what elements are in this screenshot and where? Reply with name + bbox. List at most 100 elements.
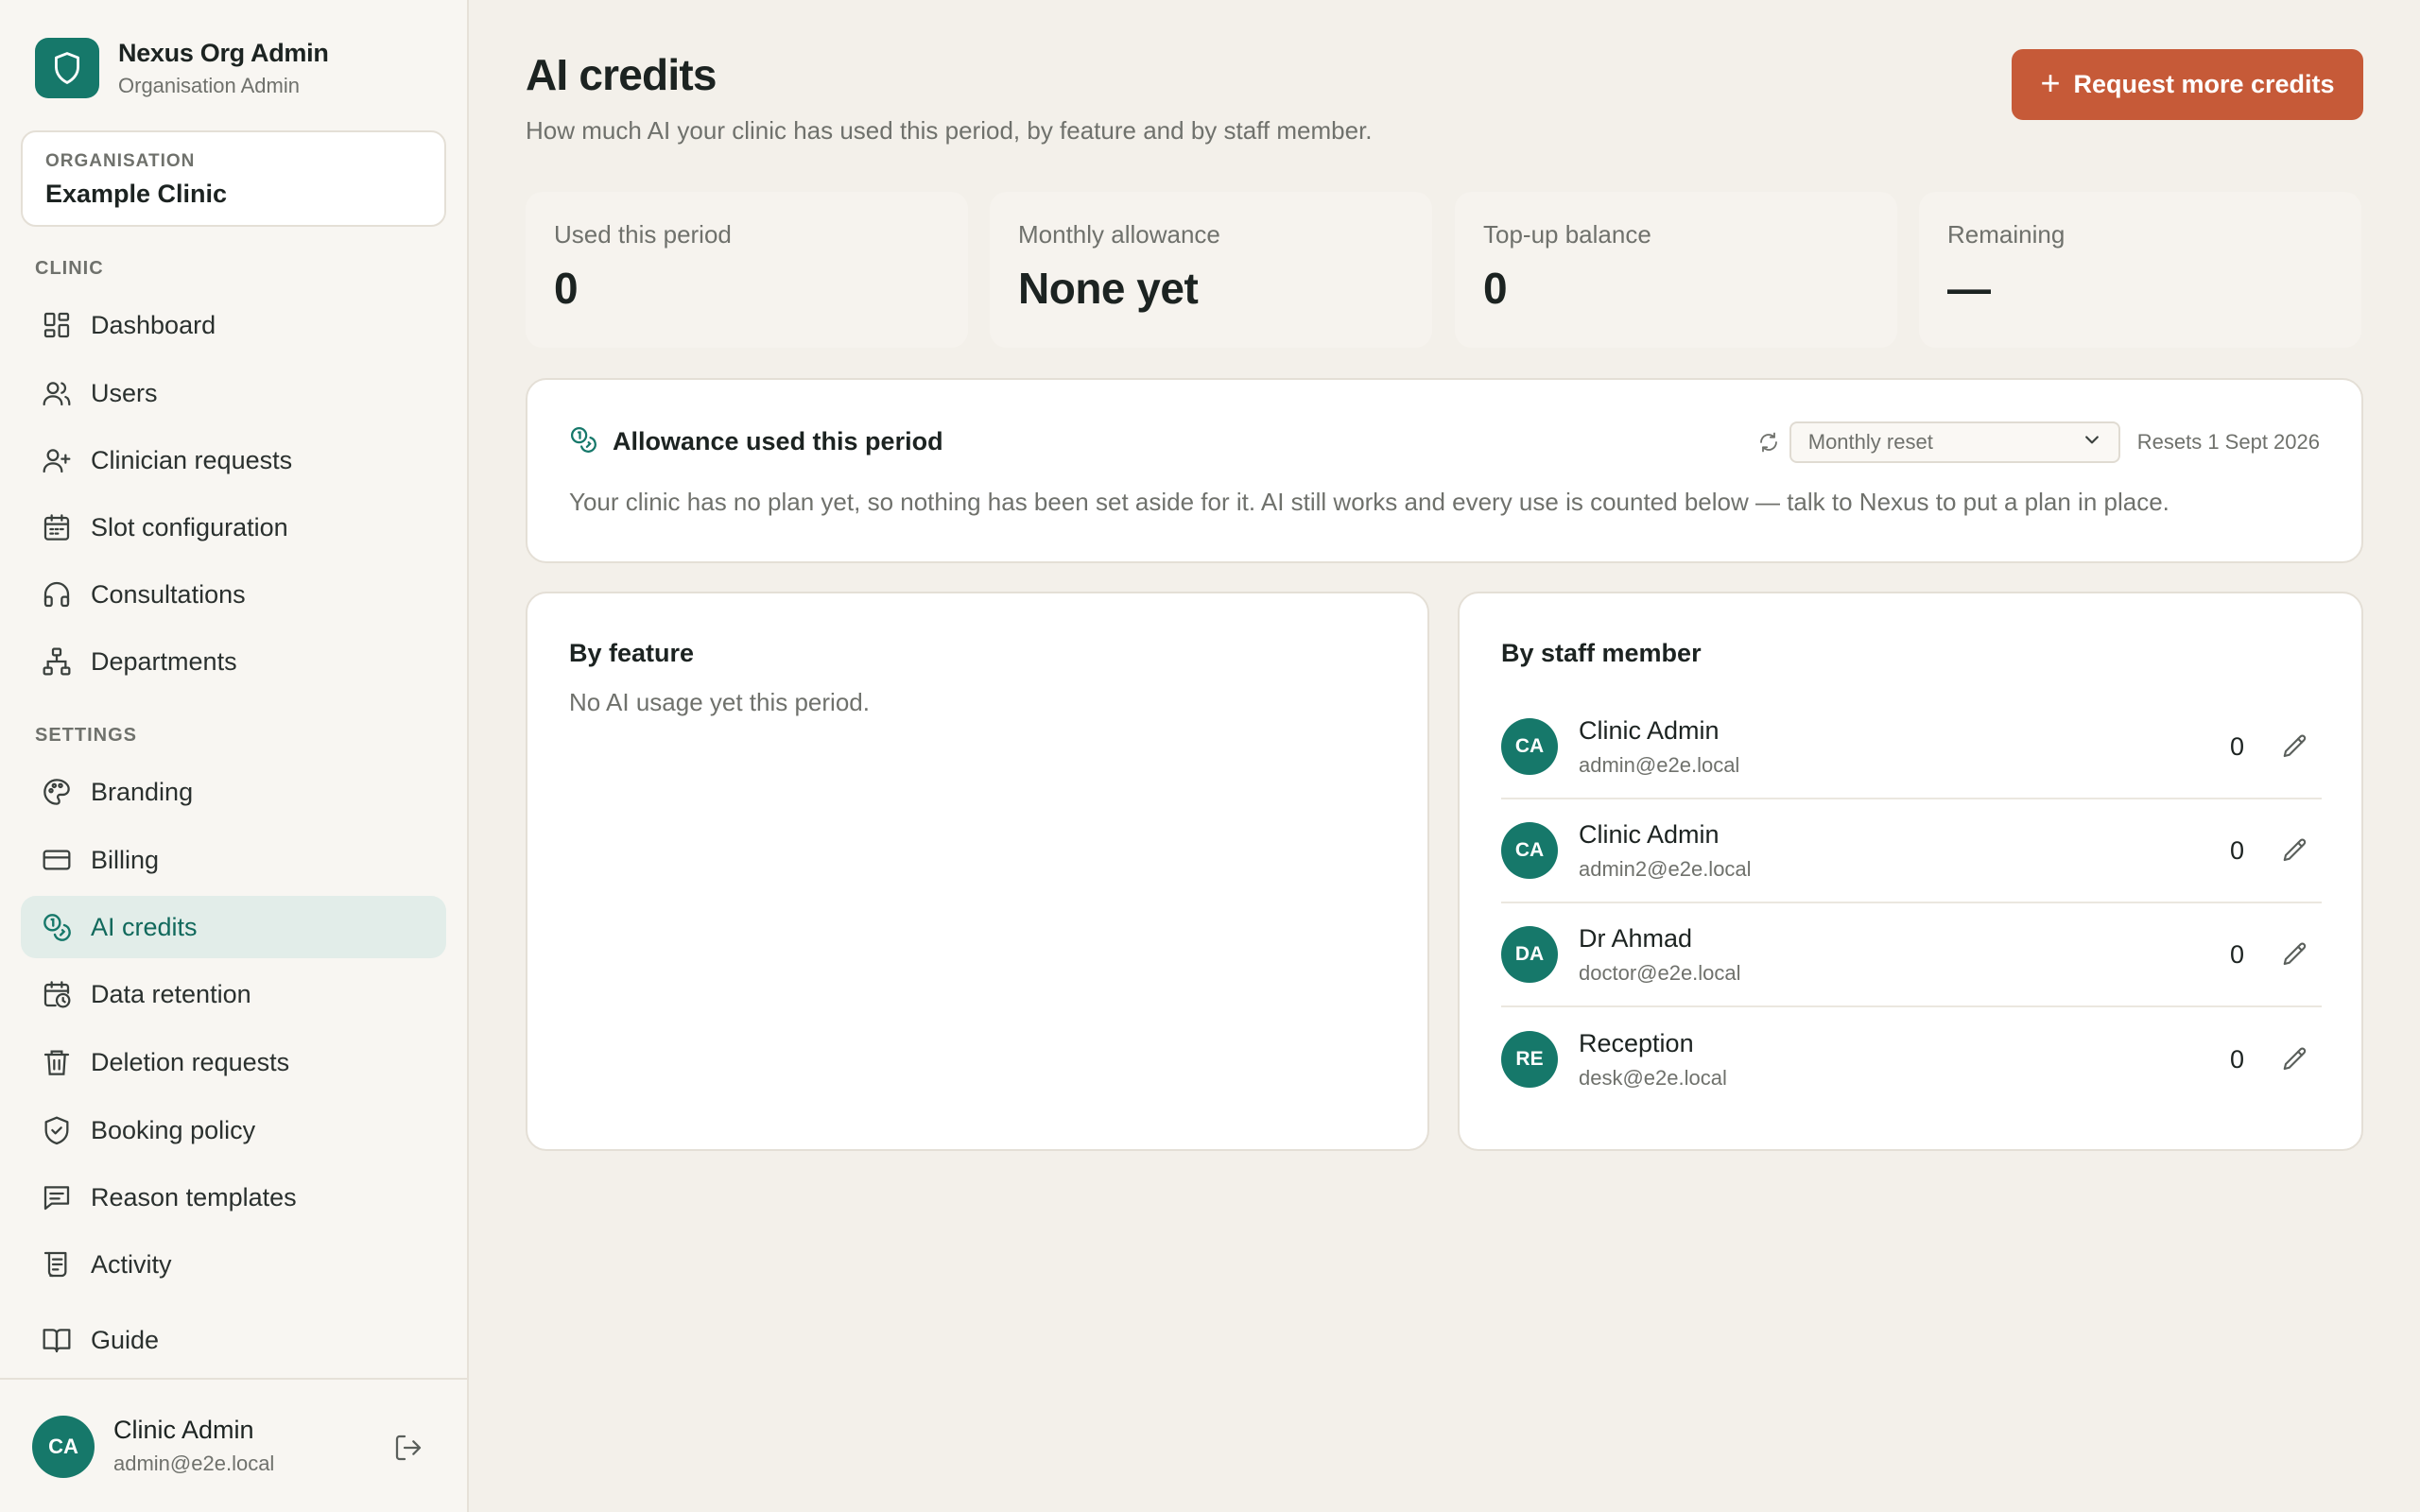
sidebar-item-label: Users: [91, 378, 158, 407]
page-subtitle: How much AI your clinic has used this pe…: [526, 116, 1373, 145]
staff-usage-count: 0: [2229, 939, 2244, 969]
staff-name: Clinic Admin: [1579, 715, 1720, 745]
sidebar-item-branding[interactable]: Branding: [21, 761, 446, 823]
request-more-credits-button[interactable]: + Request more credits: [2012, 49, 2363, 120]
by-staff-card: By staff member CA Clinic Admin admin@e2…: [1458, 592, 2363, 1151]
sidebar-item-guide[interactable]: Guide: [21, 1309, 446, 1371]
staff-email: doctor@e2e.local: [1579, 960, 1741, 985]
refresh-icon: [1757, 431, 1780, 454]
sidebar-item-label: Deletion requests: [91, 1047, 290, 1076]
users-icon: [40, 376, 74, 410]
stat-used-this-period: Used this period 0: [526, 192, 968, 348]
stat-value: 0: [554, 264, 579, 313]
list-item: RE Reception desk@e2e.local 0: [1501, 1007, 2322, 1111]
sidebar-item-departments[interactable]: Departments: [21, 630, 446, 693]
organisation-label: ORGANISATION: [45, 151, 196, 171]
sidebar-item-activity[interactable]: Activity: [21, 1233, 446, 1296]
sidebar-item-clinician-requests[interactable]: Clinician requests: [21, 429, 446, 491]
staff-usage-count: 0: [2229, 835, 2244, 865]
sidebar-item-users[interactable]: Users: [21, 362, 446, 424]
sidebar-item-dashboard[interactable]: Dashboard: [21, 294, 446, 356]
sidebar-item-label: Data retention: [91, 979, 251, 1008]
allowance-card: Allowance used this period Monthly reset…: [526, 378, 2363, 563]
pencil-icon[interactable]: [2278, 937, 2312, 971]
reset-period-select[interactable]: Monthly reset: [1789, 421, 2120, 463]
sidebar-item-label: AI credits: [91, 912, 198, 941]
clinic-section-label: CLINIC: [35, 258, 104, 279]
staff-name: Clinic Admin: [1579, 819, 1720, 849]
brand-title: Nexus Org Admin: [118, 38, 329, 67]
settings-section-label: SETTINGS: [35, 725, 138, 746]
hierarchy-icon: [40, 644, 74, 679]
stat-top-up-balance: Top-up balance 0: [1455, 192, 1897, 348]
stat-remaining: Remaining —: [1919, 192, 2361, 348]
sidebar-item-consultations[interactable]: Consultations: [21, 563, 446, 626]
stat-value: None yet: [1018, 264, 1199, 313]
sidebar-item-label: Branding: [91, 777, 194, 806]
user-plus-icon: [40, 443, 74, 477]
stat-monthly-allowance: Monthly allowance None yet: [990, 192, 1432, 348]
scroll-icon: [40, 1247, 74, 1281]
sidebar-item-label: Consultations: [91, 579, 246, 609]
chevron-down-icon: [2083, 430, 2101, 455]
sidebar-item-data-retention[interactable]: Data retention: [21, 963, 446, 1025]
dashboard-icon: [40, 308, 74, 342]
list-item: CA Clinic Admin admin2@e2e.local 0: [1501, 799, 2322, 903]
sidebar-item-booking-policy[interactable]: Booking policy: [21, 1099, 446, 1161]
allowance-description: Your clinic has no plan yet, so nothing …: [569, 488, 2169, 516]
calendar-icon: [40, 510, 74, 544]
reset-period-value: Monthly reset: [1807, 430, 1933, 454]
staff-email: desk@e2e.local: [1579, 1065, 1727, 1090]
by-feature-empty-text: No AI usage yet this period.: [569, 688, 870, 716]
shield-check-icon: [40, 1113, 74, 1147]
avatar: CA: [32, 1416, 95, 1478]
stat-label: Remaining: [1947, 220, 2066, 249]
staff-email: admin2@e2e.local: [1579, 856, 1752, 881]
coins-icon: [569, 425, 597, 458]
stat-value: —: [1947, 264, 1991, 313]
pencil-icon[interactable]: [2278, 833, 2312, 868]
staff-email: admin@e2e.local: [1579, 752, 1740, 777]
staff-name: Dr Ahmad: [1579, 923, 1693, 953]
pencil-icon[interactable]: [2278, 730, 2312, 764]
pencil-icon[interactable]: [2278, 1042, 2312, 1076]
sidebar-item-label: Guide: [91, 1325, 160, 1354]
stat-label: Used this period: [554, 220, 732, 249]
page-title: AI credits: [526, 50, 717, 99]
staff-usage-count: 0: [2229, 1044, 2244, 1074]
headphones-icon: [40, 577, 74, 611]
current-user: CA Clinic Admin admin@e2e.local: [0, 1378, 467, 1512]
by-feature-card: By feature No AI usage yet this period.: [526, 592, 1429, 1151]
list-item: CA Clinic Admin admin@e2e.local 0: [1501, 696, 2322, 799]
staff-list: CA Clinic Admin admin@e2e.local 0 CA Cli…: [1501, 696, 2322, 1111]
sidebar-item-label: Clinician requests: [91, 445, 293, 474]
sidebar-item-label: Activity: [91, 1249, 172, 1279]
sidebar-item-deletion-requests[interactable]: Deletion requests: [21, 1031, 446, 1093]
sidebar-item-label: Booking policy: [91, 1115, 256, 1144]
sidebar-item-label: Departments: [91, 646, 237, 676]
brand-subtitle: Organisation Admin: [118, 73, 300, 97]
avatar: CA: [1501, 822, 1558, 879]
sidebar-item-label: Slot configuration: [91, 512, 288, 541]
by-feature-title: By feature: [569, 639, 695, 667]
allowance-title: Allowance used this period: [613, 427, 943, 455]
message-icon: [40, 1180, 74, 1214]
sidebar-item-slot-configuration[interactable]: Slot configuration: [21, 496, 446, 558]
main-content: AI credits How much AI your clinic has u…: [469, 0, 2420, 1512]
coins-icon: [40, 910, 74, 944]
credit-card-icon: [40, 843, 74, 877]
sidebar-item-reason-templates[interactable]: Reason templates: [21, 1166, 446, 1228]
logout-icon[interactable]: [393, 1433, 427, 1467]
trash-icon: [40, 1045, 74, 1079]
shield-icon: [35, 38, 99, 98]
by-staff-title: By staff member: [1501, 639, 1702, 667]
request-button-label: Request more credits: [2073, 70, 2335, 98]
book-icon: [40, 1323, 74, 1357]
organisation-selector[interactable]: ORGANISATION Example Clinic: [21, 130, 446, 227]
sidebar: Nexus Org Admin Organisation Admin ORGAN…: [0, 0, 469, 1512]
avatar: DA: [1501, 926, 1558, 983]
sidebar-item-ai-credits[interactable]: AI credits: [21, 896, 446, 958]
sidebar-item-label: Billing: [91, 845, 160, 874]
organisation-name: Example Clinic: [45, 180, 228, 208]
sidebar-item-billing[interactable]: Billing: [21, 829, 446, 891]
